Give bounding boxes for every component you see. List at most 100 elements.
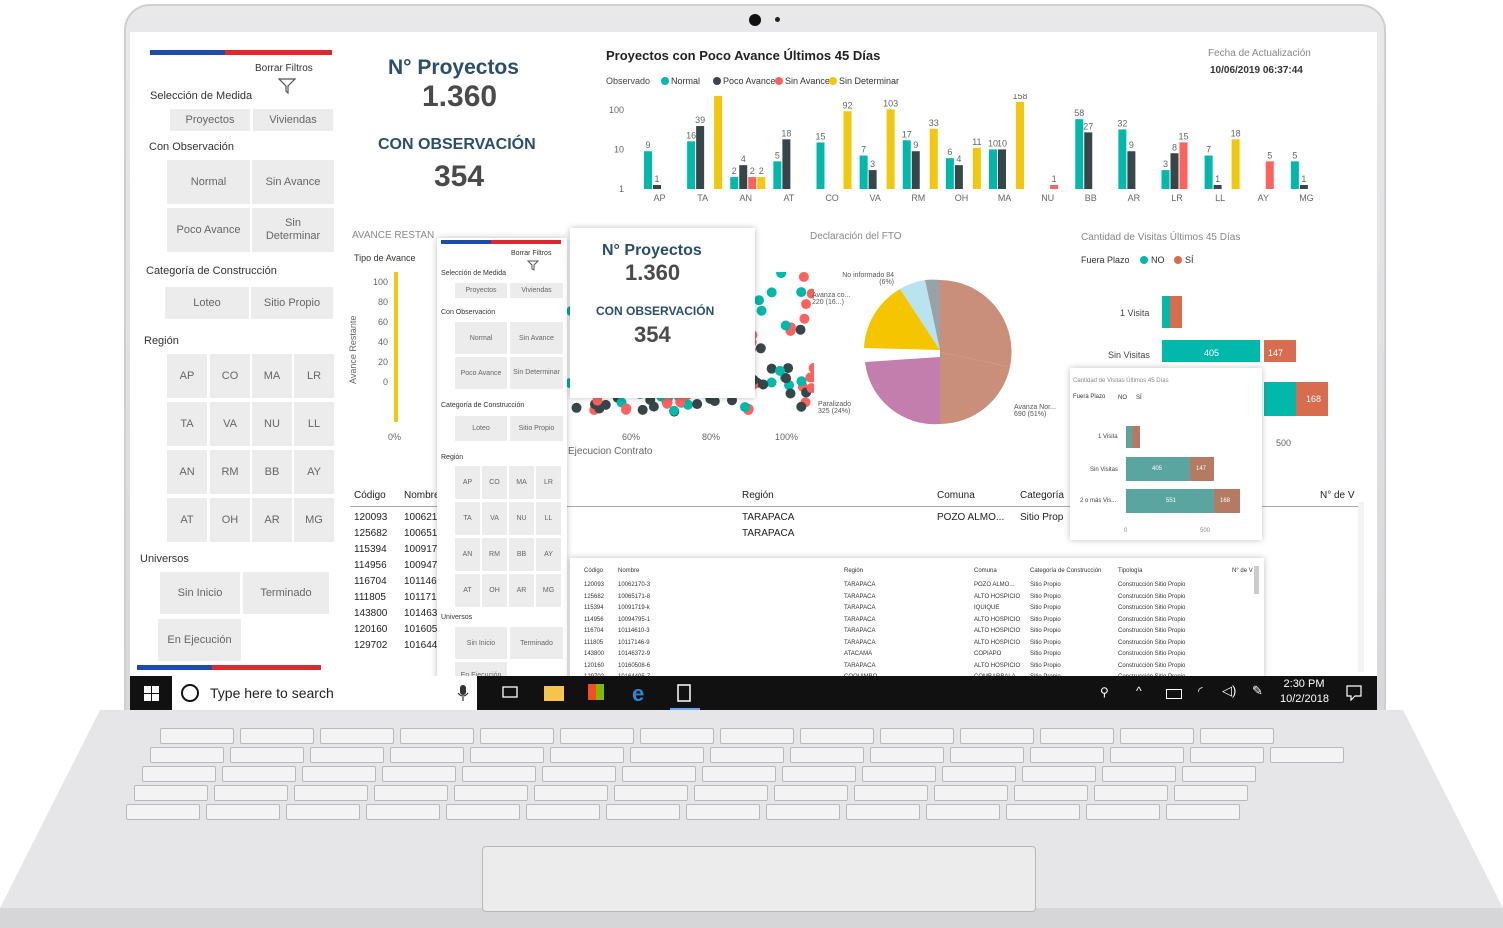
- bar-ay-2[interactable]: [1265, 161, 1274, 189]
- scatter-point[interactable]: [571, 402, 582, 413]
- bar-ta-0[interactable]: [687, 141, 696, 189]
- region-button-nu[interactable]: NU: [252, 402, 292, 446]
- scatter-point[interactable]: [758, 379, 769, 390]
- overlay-region-ma[interactable]: MA: [509, 466, 534, 499]
- small-table-header[interactable]: Nombre: [618, 568, 639, 574]
- region-button-ar[interactable]: AR: [252, 498, 292, 542]
- overlay-measure-viviendas[interactable]: Viviendas: [510, 283, 563, 298]
- overlay-measure-proyectos[interactable]: Proyectos: [455, 283, 507, 298]
- scatter-point[interactable]: [796, 287, 807, 298]
- region-button-rm[interactable]: RM: [210, 450, 250, 494]
- overlay-obs-sin-avance[interactable]: Sin Avance: [510, 322, 563, 354]
- bar-ma-3[interactable]: [1016, 101, 1024, 189]
- universe-en-ejecucion-button[interactable]: En Ejecución: [158, 619, 241, 661]
- taskbar-date[interactable]: 10/2/2018: [1280, 693, 1329, 705]
- region-button-ap[interactable]: AP: [167, 354, 207, 398]
- overlay-obs-sin-determinar[interactable]: Sin Determinar: [510, 357, 563, 389]
- scatter-point[interactable]: [637, 404, 648, 415]
- bar-lr-1[interactable]: [1170, 153, 1179, 189]
- volume-icon[interactable]: ◁): [1222, 683, 1236, 699]
- region-button-bb[interactable]: BB: [252, 450, 292, 494]
- small-table-header[interactable]: N° de V: [1232, 568, 1253, 574]
- bar-mg-0[interactable]: [1290, 161, 1299, 189]
- bar-oh-1[interactable]: [954, 165, 963, 189]
- chevron-up-icon[interactable]: ^: [1136, 684, 1142, 698]
- bar-ll-1[interactable]: [1213, 185, 1222, 189]
- overlay-region-ay[interactable]: AY: [536, 538, 561, 571]
- bar-ar-1[interactable]: [1127, 151, 1136, 189]
- obs-poco-avance-button[interactable]: Poco Avance: [167, 208, 250, 252]
- bar-an-1[interactable]: [739, 165, 748, 189]
- overlay-region-co[interactable]: CO: [482, 466, 507, 499]
- overlay-region-ll[interactable]: LL: [536, 502, 561, 535]
- bar-ta-3[interactable]: [714, 95, 723, 189]
- scatter-point[interactable]: [739, 402, 750, 413]
- overlay-region-at[interactable]: AT: [455, 574, 480, 607]
- obs-normal-button[interactable]: Normal: [167, 160, 250, 204]
- bar-ll-0[interactable]: [1204, 155, 1213, 189]
- action-center-icon[interactable]: [1346, 685, 1362, 701]
- universe-terminado-button[interactable]: Terminado: [243, 572, 329, 614]
- overlay-region-bb[interactable]: BB: [509, 538, 534, 571]
- bar-rm-1[interactable]: [911, 151, 920, 189]
- clear-filters-label[interactable]: Borrar Filtros: [255, 63, 313, 74]
- windows-start-icon[interactable]: [144, 686, 159, 701]
- overlay-region-ta[interactable]: TA: [455, 502, 480, 535]
- overlay-region-ap[interactable]: AP: [455, 466, 480, 499]
- table-header-comuna[interactable]: Comuna: [937, 490, 975, 501]
- scatter-point[interactable]: [755, 343, 766, 354]
- overlay-obs-normal[interactable]: Normal: [455, 322, 507, 354]
- table-header-n-visitas[interactable]: N° de V: [1320, 490, 1355, 501]
- region-button-oh[interactable]: OH: [210, 498, 250, 542]
- edge-icon[interactable]: e: [632, 681, 644, 707]
- region-button-co[interactable]: CO: [210, 354, 250, 398]
- battery-icon[interactable]: [1166, 689, 1182, 699]
- bar-rm-0[interactable]: [902, 140, 911, 189]
- overlay-filter-icon[interactable]: [527, 260, 539, 271]
- small-table-header[interactable]: Tipología: [1118, 568, 1142, 574]
- bar-ll-3[interactable]: [1231, 139, 1240, 189]
- small-table-header[interactable]: Región: [844, 568, 863, 574]
- bar-va-1[interactable]: [868, 170, 877, 189]
- microphone-icon[interactable]: [457, 685, 469, 701]
- bar-va-3[interactable]: [886, 109, 895, 189]
- scatter-point[interactable]: [766, 287, 777, 298]
- category-sitio-propio-button[interactable]: Sitio Propio: [251, 287, 333, 319]
- category-loteo-button[interactable]: Loteo: [165, 287, 249, 319]
- bar-ar-0[interactable]: [1118, 129, 1127, 189]
- bar-lr-0[interactable]: [1161, 170, 1170, 189]
- bar-ap-0[interactable]: [644, 151, 652, 189]
- task-view-icon[interactable]: [502, 686, 518, 700]
- bar-oh-3[interactable]: [972, 147, 981, 189]
- table-scrollbar[interactable]: [1358, 502, 1364, 672]
- scatter-point[interactable]: [799, 313, 810, 324]
- bar-at-1[interactable]: [782, 139, 791, 189]
- scatter-point[interactable]: [675, 397, 686, 408]
- scatter-point[interactable]: [766, 377, 777, 388]
- universe-sin-inicio-button[interactable]: Sin Inicio: [160, 572, 240, 614]
- small-table-scrollbar[interactable]: [1254, 566, 1259, 594]
- bar-an-0[interactable]: [730, 177, 739, 189]
- region-button-ll[interactable]: LL: [294, 402, 334, 446]
- bar-va-0[interactable]: [859, 155, 868, 189]
- table-header-categoria[interactable]: Categoría: [1020, 490, 1064, 501]
- people-icon[interactable]: ⚲: [1100, 685, 1109, 699]
- scatter-point[interactable]: [766, 363, 777, 374]
- scatter-point[interactable]: [781, 373, 792, 384]
- taskbar-time[interactable]: 2:30 PM: [1282, 678, 1326, 690]
- bar-an-3[interactable]: [757, 177, 766, 189]
- overlay-category-sitio[interactable]: Sitio Propio: [510, 416, 563, 441]
- bar-ma-0[interactable]: [989, 149, 997, 189]
- overlay-region-an[interactable]: AN: [455, 538, 480, 571]
- pen-icon[interactable]: ✎: [1252, 683, 1263, 699]
- table-header-region[interactable]: Región: [742, 490, 774, 501]
- overlay-region-va[interactable]: VA: [482, 502, 507, 535]
- region-button-va[interactable]: VA: [210, 402, 250, 446]
- region-button-an[interactable]: AN: [167, 450, 207, 494]
- small-table-header[interactable]: Comuna: [974, 568, 997, 574]
- overlay-obs-poco-avance[interactable]: Poco Avance: [455, 357, 507, 389]
- bar-ta-1[interactable]: [696, 126, 705, 189]
- region-button-ma[interactable]: MA: [252, 354, 292, 398]
- scatter-point[interactable]: [692, 399, 703, 410]
- measure-viviendas-button[interactable]: Viviendas: [253, 109, 333, 131]
